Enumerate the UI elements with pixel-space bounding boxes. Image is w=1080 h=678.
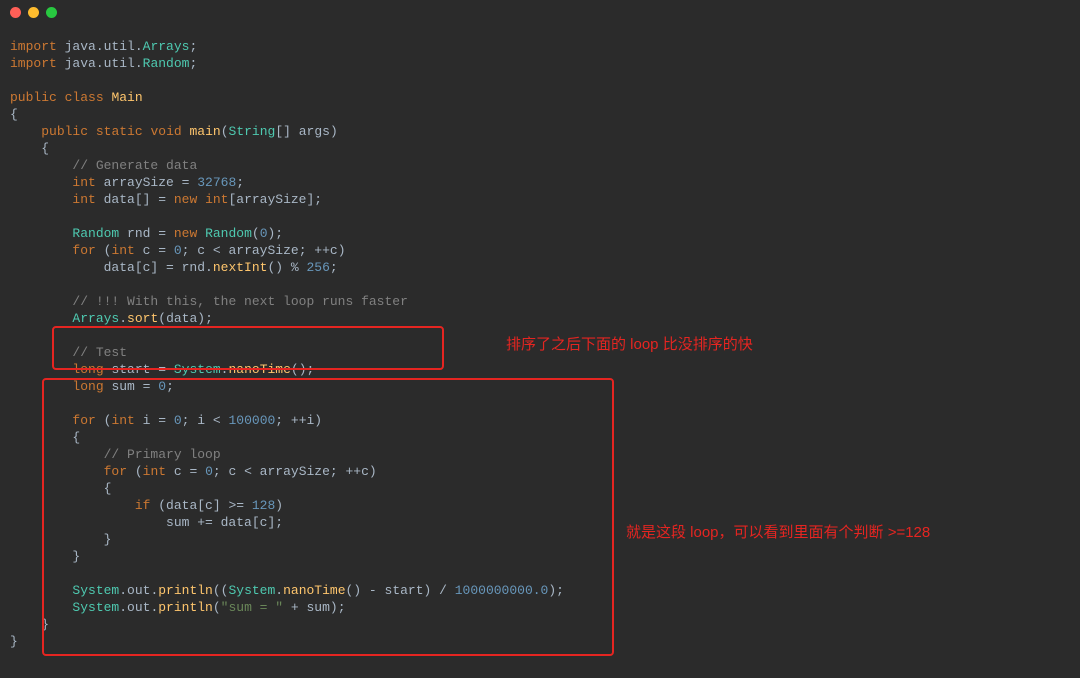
zoom-icon[interactable] xyxy=(46,7,57,18)
close-icon[interactable] xyxy=(10,7,21,18)
annotation-sort: 排序了之后下面的 loop 比没排序的快 xyxy=(506,336,753,353)
window-titlebar xyxy=(0,0,1080,24)
annotation-loop: 就是这段 loop，可以看到里面有个判断 >=128 xyxy=(626,524,930,541)
minimize-icon[interactable] xyxy=(28,7,39,18)
